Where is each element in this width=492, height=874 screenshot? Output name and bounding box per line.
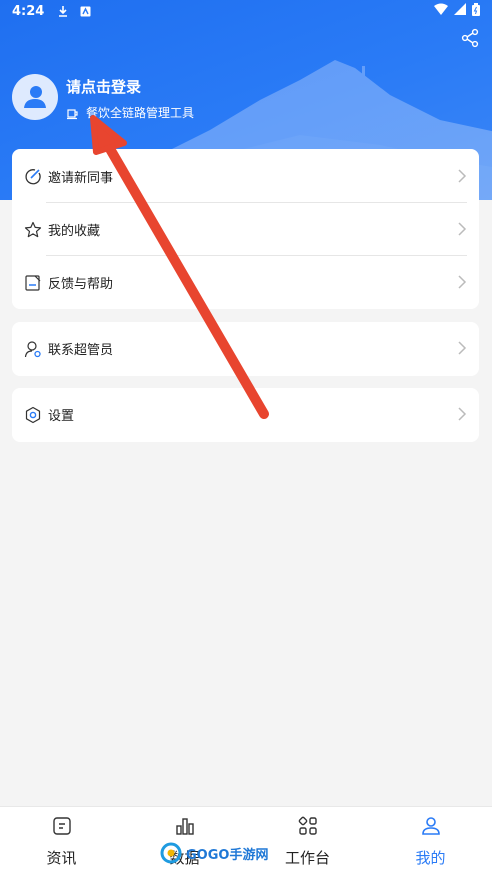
menu-item-label: 联系超管员 xyxy=(48,343,114,358)
feedback-icon xyxy=(24,274,42,292)
invite-icon xyxy=(24,168,42,186)
menu-item-feedback[interactable]: 反馈与帮助 xyxy=(12,256,479,309)
chevron-right-icon xyxy=(458,169,467,183)
default-user-icon xyxy=(24,86,46,108)
menu-item-settings[interactable]: 设置 xyxy=(12,388,479,441)
cup-icon xyxy=(67,108,78,119)
profile-icon xyxy=(421,817,440,835)
chevron-right-icon xyxy=(458,222,467,236)
chevron-right-icon xyxy=(458,275,467,289)
signal-icon xyxy=(454,3,466,19)
tab-label: 我的 xyxy=(415,849,446,867)
wifi-icon xyxy=(434,3,448,19)
login-prompt[interactable]: 请点击登录 xyxy=(66,76,141,97)
chevron-right-icon xyxy=(458,407,467,421)
share-button[interactable] xyxy=(460,28,482,50)
menu-item-favorites[interactable]: 我的收藏 xyxy=(12,203,479,256)
menu-item-contact-admin[interactable]: 联系超管员 xyxy=(12,322,479,375)
tab-label: 工作台 xyxy=(284,849,330,867)
menu-card-primary: 邀请新同事 我的收藏 反馈与帮助 xyxy=(12,149,479,309)
menu-item-invite[interactable]: 邀请新同事 xyxy=(12,150,479,203)
watermark-text: GOGO手游网 xyxy=(186,847,269,863)
subtitle-text: 餐饮全链路管理工具 xyxy=(86,106,195,120)
app-subtitle: 餐饮全链路管理工具 xyxy=(66,104,194,121)
contact-admin-icon xyxy=(24,340,42,358)
tab-news[interactable]: 资讯 xyxy=(0,807,123,874)
menu-item-label: 反馈与帮助 xyxy=(48,277,114,292)
menu-item-label: 我的收藏 xyxy=(48,224,101,239)
news-icon xyxy=(52,817,71,835)
workbench-icon xyxy=(298,816,317,835)
menu-card-settings: 设置 xyxy=(12,388,479,442)
status-time: 4:24 xyxy=(12,3,45,19)
status-bar: 4:24 xyxy=(0,0,492,22)
avatar[interactable] xyxy=(12,74,58,120)
chevron-right-icon xyxy=(458,341,467,355)
watermark: GOGO手游网 xyxy=(160,842,268,864)
menu-card-admin: 联系超管员 xyxy=(12,322,479,376)
download-icon xyxy=(56,4,70,18)
gear-icon xyxy=(24,406,42,424)
menu-item-label: 设置 xyxy=(48,409,75,424)
menu-item-label: 邀请新同事 xyxy=(48,171,114,186)
tab-label: 资讯 xyxy=(46,849,77,867)
battery-icon xyxy=(472,2,480,20)
watermark-logo-icon xyxy=(160,842,182,864)
star-icon xyxy=(24,221,42,239)
tab-profile[interactable]: 我的 xyxy=(369,807,492,874)
data-chart-icon xyxy=(175,818,194,835)
share-icon xyxy=(461,28,479,48)
notification-app-icon xyxy=(78,4,92,18)
